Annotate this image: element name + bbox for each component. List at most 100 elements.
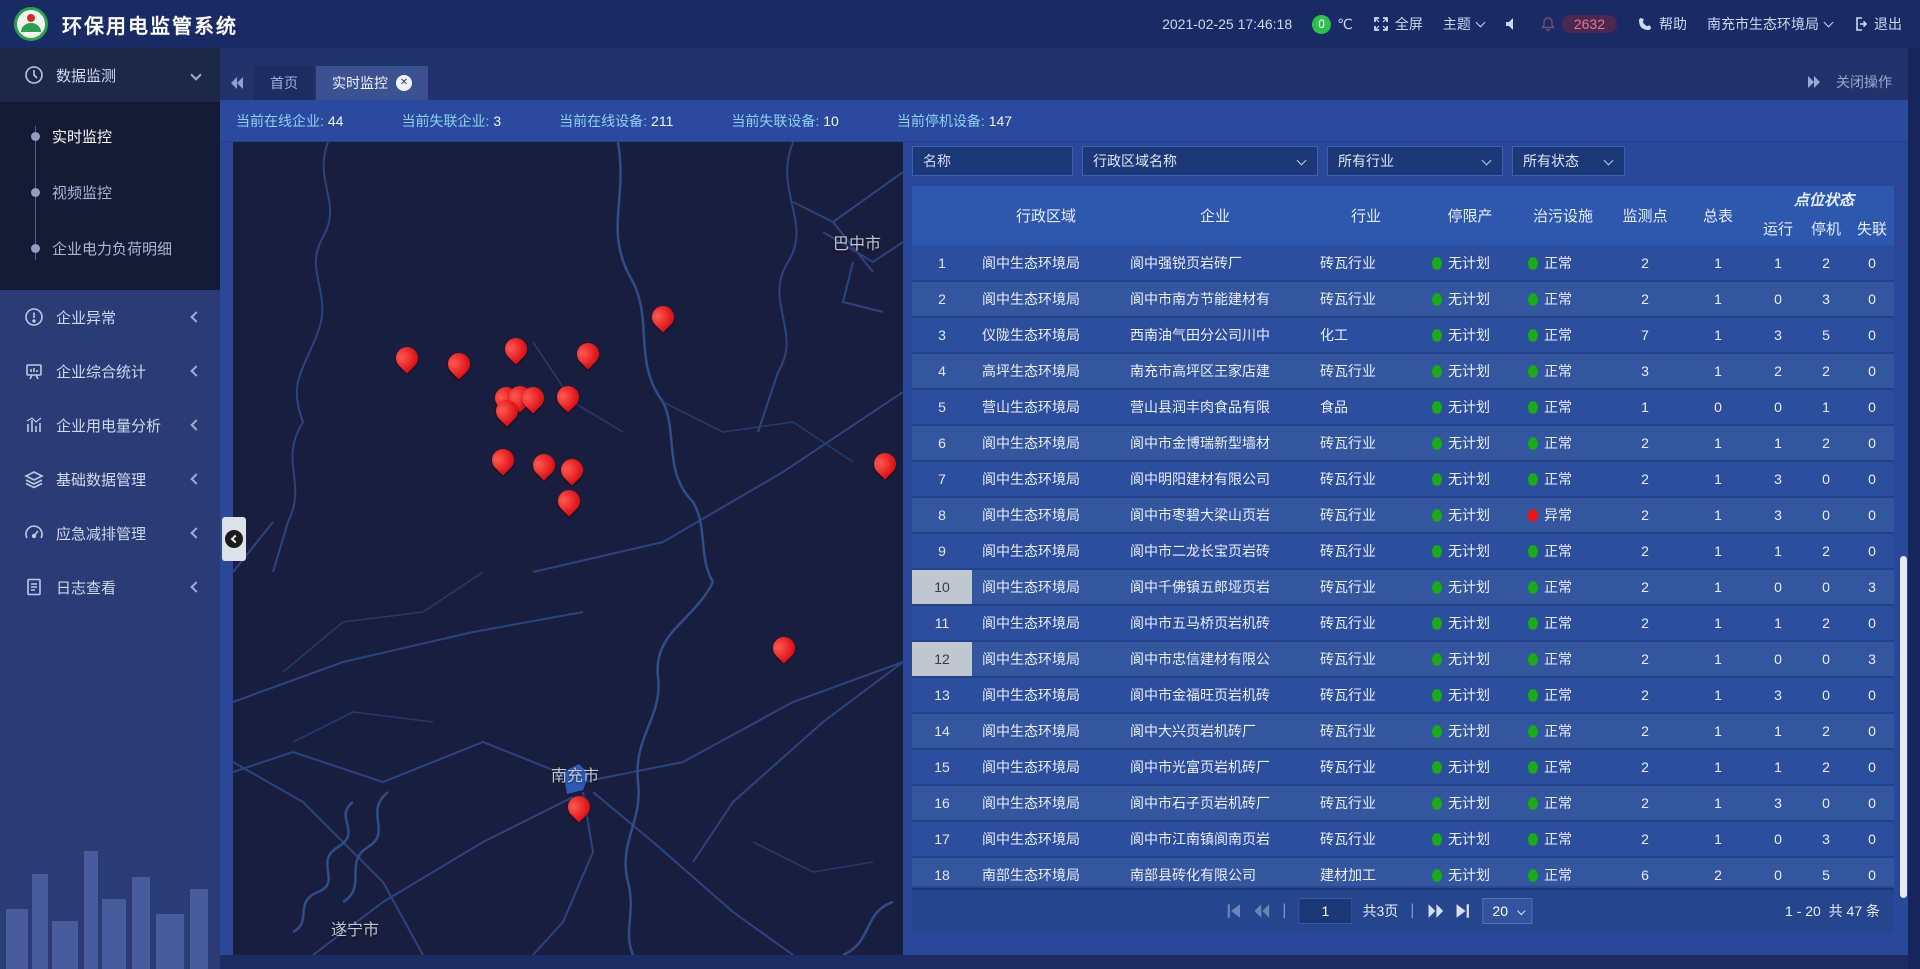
table-row-3[interactable]: 3 仪陇生态环境局 西南油气田分公司川中 化工 无计划 正常 7 1 3 5 0 bbox=[912, 317, 1894, 353]
temperature-unit: ℃ bbox=[1337, 16, 1353, 33]
tab-home[interactable]: 首页 bbox=[254, 66, 314, 100]
cell-production: 无计划 bbox=[1422, 713, 1518, 749]
cell-region: 阆中生态环境局 bbox=[972, 605, 1120, 641]
table-row-17[interactable]: 17 阆中生态环境局 阆中市江南镇阆南页岩 砖瓦行业 无计划 正常 2 1 0 … bbox=[912, 821, 1894, 857]
cell-company: 阆中大兴页岩机砖厂 bbox=[1120, 713, 1310, 749]
fullscreen-button[interactable]: 全屏 bbox=[1373, 14, 1423, 34]
total-pages-label: 共3页 bbox=[1362, 901, 1398, 921]
sound-button[interactable] bbox=[1504, 16, 1520, 32]
sidebar-item-2[interactable]: 企业综合统计 bbox=[0, 344, 220, 398]
sidebar-item-4[interactable]: 基础数据管理 bbox=[0, 452, 220, 506]
cell-production: 无计划 bbox=[1422, 317, 1518, 353]
table-row-10[interactable]: 10 阆中生态环境局 阆中千佛镇五郎垭页岩 砖瓦行业 无计划 正常 2 1 0 … bbox=[912, 569, 1894, 605]
region-filter-select[interactable]: 行政区域名称 bbox=[1082, 146, 1318, 176]
status-dot-green bbox=[1432, 725, 1442, 738]
col-region: 行政区域 bbox=[972, 186, 1120, 245]
status-dot-green bbox=[1528, 689, 1538, 702]
notifications[interactable]: 2632 bbox=[1540, 15, 1617, 33]
table-row-6[interactable]: 6 阆中生态环境局 阆中市金博瑞新型墙材 砖瓦行业 无计划 正常 2 1 1 2… bbox=[912, 425, 1894, 461]
status-dot-green bbox=[1432, 869, 1442, 882]
table-row-11[interactable]: 11 阆中生态环境局 阆中市五马桥页岩机砖 砖瓦行业 无计划 正常 2 1 1 … bbox=[912, 605, 1894, 641]
table-row-15[interactable]: 15 阆中生态环境局 阆中市光富页岩机砖厂 砖瓦行业 无计划 正常 2 1 1 … bbox=[912, 749, 1894, 785]
cell-region: 阆中生态环境局 bbox=[972, 713, 1120, 749]
city-label-巴中市: 巴中市 bbox=[833, 230, 881, 254]
sidebar-subitem-企业电力负荷明细[interactable]: 企业电力负荷明细 bbox=[0, 220, 220, 276]
theme-dropdown[interactable]: 主题 bbox=[1443, 14, 1484, 34]
cell-region: 阆中生态环境局 bbox=[972, 425, 1120, 461]
table-row-14[interactable]: 14 阆中生态环境局 阆中大兴页岩机砖厂 砖瓦行业 无计划 正常 2 1 1 2… bbox=[912, 713, 1894, 749]
cell-run: 1 bbox=[1754, 245, 1802, 281]
cell-stop: 5 bbox=[1802, 317, 1850, 353]
sidebar-subitem-视频监控[interactable]: 视频监控 bbox=[0, 164, 220, 220]
cell-company: 西南油气田分公司川中 bbox=[1120, 317, 1310, 353]
status-dot-green bbox=[1432, 617, 1442, 630]
cell-facility: 正常 bbox=[1518, 353, 1608, 389]
cell-lost: 0 bbox=[1850, 353, 1894, 389]
status-dot-green bbox=[1528, 401, 1538, 414]
sidebar-item-1[interactable]: 企业异常 bbox=[0, 290, 220, 344]
cell-production: 无计划 bbox=[1422, 425, 1518, 461]
stat-item: 当前在线企业:44 bbox=[236, 111, 343, 131]
tabs-scroll-left-button[interactable] bbox=[220, 66, 254, 100]
cell-run: 3 bbox=[1754, 785, 1802, 821]
close-tab-icon[interactable]: ✕ bbox=[396, 75, 412, 91]
sidebar-item-5[interactable]: 应急减排管理 bbox=[0, 506, 220, 560]
industry-filter-select[interactable]: 所有行业 bbox=[1327, 146, 1503, 176]
tab-realtime-monitor[interactable]: 实时监控 ✕ bbox=[316, 66, 428, 100]
table-row-4[interactable]: 4 高坪生态环境局 南充市高坪区王家店建 砖瓦行业 无计划 正常 3 1 2 2… bbox=[912, 353, 1894, 389]
table-row-12[interactable]: 12 阆中生态环境局 阆中市忠信建材有限公 砖瓦行业 无计划 正常 2 1 0 … bbox=[912, 641, 1894, 677]
app-title: 环保用电监管系统 bbox=[62, 10, 238, 39]
table-row-16[interactable]: 16 阆中生态环境局 阆中市石子页岩机砖厂 砖瓦行业 无计划 正常 2 1 3 … bbox=[912, 785, 1894, 821]
close-operations-button[interactable]: 关闭操作 bbox=[1836, 72, 1892, 92]
table-row-9[interactable]: 9 阆中生态环境局 阆中市二龙长宝页岩砖 砖瓦行业 无计划 正常 2 1 1 2… bbox=[912, 533, 1894, 569]
cell-production: 无计划 bbox=[1422, 605, 1518, 641]
prev-page-button[interactable] bbox=[1252, 902, 1270, 920]
cell-region: 高坪生态环境局 bbox=[972, 353, 1120, 389]
table-row-1[interactable]: 1 阆中生态环境局 阆中强锐页岩砖厂 砖瓦行业 无计划 正常 2 1 1 2 0 bbox=[912, 245, 1894, 281]
table-row-8[interactable]: 8 阆中生态环境局 阆中市枣碧大梁山页岩 砖瓦行业 无计划 异常 2 1 3 0… bbox=[912, 497, 1894, 533]
sidebar-item-6[interactable]: 日志查看 bbox=[0, 560, 220, 614]
cell-run: 0 bbox=[1754, 281, 1802, 317]
org-dropdown[interactable]: 南充市生态环境局 bbox=[1707, 14, 1832, 34]
map[interactable]: 巴中市南充市遂宁市 bbox=[233, 142, 903, 955]
status-dot-green bbox=[1432, 293, 1442, 306]
page-number-input[interactable] bbox=[1298, 898, 1352, 924]
status-dot-green bbox=[1528, 257, 1538, 270]
logout-button[interactable]: 退出 bbox=[1852, 14, 1902, 34]
row-index: 6 bbox=[912, 425, 972, 461]
sidebar-subitem-实时监控[interactable]: 实时监控 bbox=[0, 108, 220, 164]
page-size-select[interactable]: 20 bbox=[1482, 898, 1532, 924]
cell-industry: 砖瓦行业 bbox=[1310, 785, 1422, 821]
sidebar-item-3[interactable]: 企业用电量分析 bbox=[0, 398, 220, 452]
cell-production: 无计划 bbox=[1422, 497, 1518, 533]
cell-facility: 正常 bbox=[1518, 425, 1608, 461]
help-button[interactable]: 帮助 bbox=[1637, 14, 1687, 34]
status-filter-select[interactable]: 所有状态 bbox=[1512, 146, 1625, 176]
board-icon bbox=[24, 361, 44, 381]
next-page-button[interactable] bbox=[1426, 902, 1444, 920]
cell-run: 3 bbox=[1754, 677, 1802, 713]
enterprise-panel: 行政区域名称 所有行业 所有状态 行政区域 bbox=[912, 142, 1894, 955]
first-page-button[interactable] bbox=[1224, 902, 1242, 920]
window-scrollbar-thumb[interactable] bbox=[1900, 556, 1907, 898]
cell-production: 无计划 bbox=[1422, 353, 1518, 389]
chevron-left-icon bbox=[190, 473, 201, 484]
cell-stop: 0 bbox=[1802, 497, 1850, 533]
col-index bbox=[912, 186, 972, 245]
sidebar-collapse-button[interactable] bbox=[222, 517, 246, 561]
sidebar-item-0[interactable]: 数据监测 bbox=[0, 48, 220, 102]
cell-region: 阆中生态环境局 bbox=[972, 533, 1120, 569]
table-row-13[interactable]: 13 阆中生态环境局 阆中市金福旺页岩机砖 砖瓦行业 无计划 正常 2 1 3 … bbox=[912, 677, 1894, 713]
double-chevron-right-icon[interactable] bbox=[1806, 74, 1822, 90]
log-icon bbox=[24, 577, 44, 597]
table-row-7[interactable]: 7 阆中生态环境局 阆中明阳建材有限公司 砖瓦行业 无计划 正常 2 1 3 0… bbox=[912, 461, 1894, 497]
table-row-5[interactable]: 5 营山生态环境局 营山县润丰肉食品有限 食品 无计划 正常 1 0 0 1 0 bbox=[912, 389, 1894, 425]
name-filter-input[interactable] bbox=[923, 153, 1062, 169]
status-dot-green bbox=[1432, 797, 1442, 810]
table-row-2[interactable]: 2 阆中生态环境局 阆中市南方节能建材有 砖瓦行业 无计划 正常 2 1 0 3… bbox=[912, 281, 1894, 317]
cell-lost: 0 bbox=[1850, 461, 1894, 497]
table-row-18[interactable]: 18 南部生态环境局 南部县砖化有限公司 建材加工 无计划 正常 6 2 0 5… bbox=[912, 857, 1894, 886]
cell-company: 南充市高坪区王家店建 bbox=[1120, 353, 1310, 389]
cell-lost: 0 bbox=[1850, 821, 1894, 857]
last-page-button[interactable] bbox=[1454, 902, 1472, 920]
